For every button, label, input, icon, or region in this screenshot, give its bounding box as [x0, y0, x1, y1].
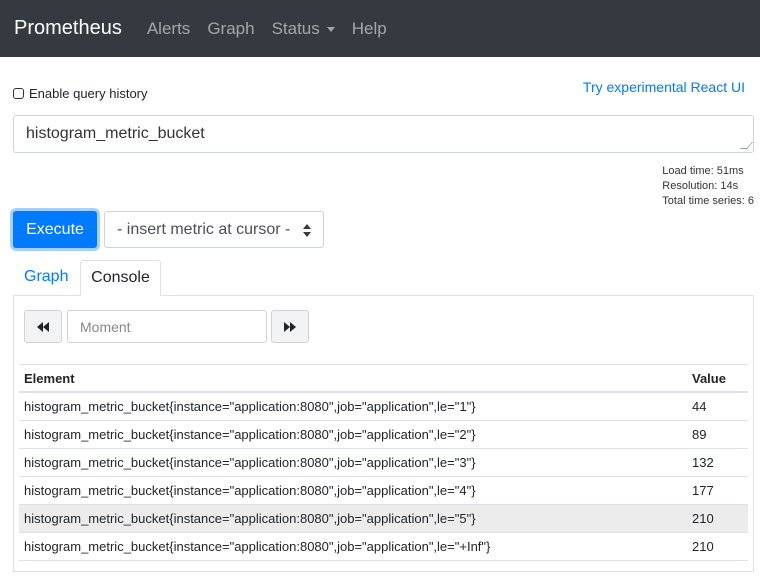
resolution: Resolution: 14s — [662, 180, 739, 192]
table-row: histogram_metric_bucket{instance="applic… — [19, 393, 748, 421]
nav-graph[interactable]: Graph — [207, 19, 254, 39]
load-time: Load time: 51ms — [662, 165, 744, 177]
react-ui-link[interactable]: Try experimental React UI — [583, 79, 745, 95]
query-stats: Load time: 51ms Resolution: 14s Total ti… — [662, 164, 754, 209]
nav-status-label: Status — [271, 18, 320, 38]
row-value: 44 — [692, 399, 707, 414]
table-row: histogram_metric_bucket{instance="applic… — [19, 477, 748, 505]
insert-metric-label: - insert metric at cursor - — [117, 220, 291, 238]
query-history-label: Enable query history — [29, 86, 148, 101]
forward-icon — [284, 321, 296, 332]
row-value: 210 — [692, 539, 714, 554]
nav-help[interactable]: Help — [352, 19, 387, 39]
row-value: 132 — [692, 455, 714, 470]
backward-icon — [37, 321, 49, 332]
column-value: Value — [692, 370, 726, 386]
nav-status-dropdown[interactable]: Status — [272, 19, 335, 39]
row-element: histogram_metric_bucket{instance="applic… — [24, 483, 476, 498]
caret-down-icon — [326, 27, 335, 32]
row-element: histogram_metric_bucket{instance="applic… — [24, 455, 476, 470]
expression-input[interactable]: histogram_metric_bucket — [13, 115, 754, 153]
tab-console[interactable]: Console — [80, 260, 161, 296]
insert-metric-select[interactable]: - insert metric at cursor - — [104, 211, 324, 248]
moment-back-button[interactable] — [24, 310, 62, 343]
query-history-checkbox[interactable] — [13, 88, 24, 99]
row-element: histogram_metric_bucket{instance="applic… — [24, 539, 491, 554]
navbar: Prometheus Alerts Graph Status Help — [0, 0, 760, 57]
table-row: histogram_metric_bucket{instance="applic… — [19, 533, 748, 561]
row-element: histogram_metric_bucket{instance="applic… — [24, 511, 476, 526]
moment-forward-button[interactable] — [271, 310, 309, 343]
tab-graph[interactable]: Graph — [24, 268, 68, 286]
resize-handle-icon[interactable] — [740, 142, 753, 149]
table-row-highlighted: histogram_metric_bucket{instance="applic… — [19, 505, 748, 533]
total-time-series: Total time series: 6 — [662, 195, 754, 207]
table-row: histogram_metric_bucket{instance="applic… — [19, 421, 748, 449]
expression-text: histogram_metric_bucket — [26, 125, 205, 142]
nav-alerts[interactable]: Alerts — [147, 19, 190, 39]
moment-input[interactable]: Moment — [67, 310, 267, 343]
column-element: Element — [24, 370, 75, 386]
row-value: 210 — [692, 511, 714, 526]
row-element: histogram_metric_bucket{instance="applic… — [24, 427, 476, 442]
execute-button[interactable]: Execute — [13, 211, 97, 248]
query-history-toggle[interactable]: Enable query history — [13, 86, 148, 101]
select-arrows-icon — [303, 224, 311, 237]
table-header: Element Value — [19, 364, 748, 393]
row-value: 177 — [692, 483, 714, 498]
row-value: 89 — [692, 427, 707, 442]
table-row: histogram_metric_bucket{instance="applic… — [19, 449, 748, 477]
results-table: Element Value histogram_metric_bucket{in… — [19, 364, 748, 561]
row-element: histogram_metric_bucket{instance="applic… — [24, 399, 476, 414]
brand-logo[interactable]: Prometheus — [14, 17, 122, 40]
